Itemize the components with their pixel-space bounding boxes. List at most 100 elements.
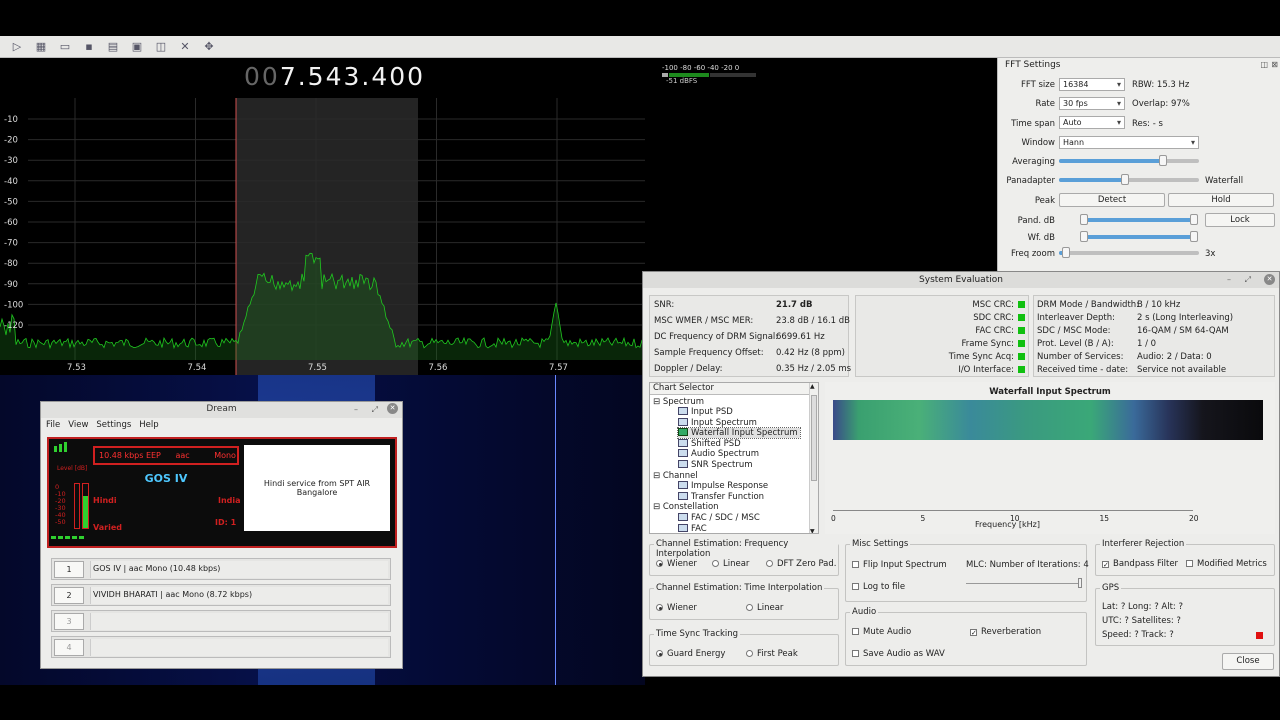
sysev-titlebar[interactable]: System Evaluation – ⤢ ✕ — [643, 272, 1279, 288]
ts-firstpeak-radio[interactable]: First Peak — [746, 649, 798, 659]
fi-wiener-radio[interactable]: Wiener — [656, 559, 697, 569]
panadapter-label: Panadapter — [1006, 176, 1055, 186]
service-button[interactable]: 2 — [54, 587, 84, 604]
service-row[interactable]: 3 — [51, 610, 391, 632]
dream-titlebar[interactable]: Dream – ⤢ ✕ — [41, 402, 402, 418]
folder-icon[interactable]: ▭ — [56, 39, 74, 55]
service-text — [90, 639, 388, 656]
mode-label: Number of Services: — [1037, 352, 1124, 362]
tree-item[interactable]: FAC / SDC / MSC — [678, 513, 760, 523]
log-file-checkbox[interactable]: Log to file — [852, 582, 905, 592]
tree-item[interactable]: Impulse Response — [678, 481, 768, 491]
freq-zoom-slider[interactable] — [1059, 247, 1199, 258]
document-icon[interactable]: ▤ — [104, 39, 122, 55]
screenshot-icon[interactable]: ◫ — [152, 39, 170, 55]
minimize-icon[interactable]: – — [1227, 272, 1231, 288]
tree-item[interactable]: Input PSD — [678, 407, 733, 417]
tree-node-spectrum[interactable]: ⊟ Spectrum — [653, 397, 704, 407]
averaging-slider[interactable] — [1059, 155, 1199, 166]
menu-help[interactable]: Help — [139, 420, 158, 430]
pand-db-range-slider[interactable] — [1080, 214, 1198, 225]
tree-node-constellation[interactable]: ⊟ Constellation — [653, 502, 719, 512]
tree-item[interactable]: Input Spectrum — [678, 418, 757, 428]
tree-scrollbar[interactable]: ▲ ▼ — [809, 383, 818, 533]
wf-db-range-slider[interactable] — [1080, 231, 1198, 242]
genre-label: Varied — [93, 523, 122, 532]
window-icon[interactable]: ▣ — [128, 39, 146, 55]
mute-audio-checkbox[interactable]: Mute Audio — [852, 627, 911, 637]
fft-size-select[interactable]: 16384 — [1059, 78, 1125, 91]
service-row[interactable]: 2 VIVIDH BHARATI | aac Mono (8.72 kbps) — [51, 584, 391, 606]
save-icon[interactable]: ▪ — [80, 39, 98, 55]
tree-item[interactable]: Audio Spectrum — [678, 449, 759, 459]
service-row[interactable]: 1 GOS IV | aac Mono (10.48 kbps) — [51, 558, 391, 580]
timespan-select[interactable]: Auto — [1059, 116, 1125, 129]
status-led — [1018, 314, 1025, 321]
ti-wiener-radio[interactable]: Wiener — [656, 603, 697, 613]
tree-item[interactable]: SNR Spectrum — [678, 460, 753, 470]
fullscreen-icon[interactable]: ✥ — [200, 39, 218, 55]
service-button[interactable]: 1 — [54, 561, 84, 578]
param-label: Doppler / Delay: — [654, 364, 723, 374]
menu-file[interactable]: File — [46, 420, 60, 430]
device-icon[interactable]: ▦ — [32, 39, 50, 55]
float-icon[interactable]: ◫ — [1260, 60, 1268, 69]
detect-button[interactable]: Detect — [1059, 193, 1165, 207]
tree-item[interactable]: Shifted PSD — [678, 439, 741, 449]
maximize-icon[interactable]: ⤢ — [372, 402, 378, 417]
play-icon[interactable]: ▷ — [8, 39, 26, 55]
spectrum-plot[interactable]: -10 -20 -30 -40 -50 -60 -70 -80 -90 -100 -120 7.53… — [0, 98, 645, 375]
gps-status-led — [1256, 632, 1263, 639]
ts-guard-radio[interactable]: Guard Energy — [656, 649, 725, 659]
y-tick-label: -90 — [4, 280, 18, 290]
tree-item[interactable]: Transfer Function — [678, 492, 764, 502]
tree-node-channel[interactable]: ⊟ Channel — [653, 471, 698, 481]
y-tick-label: -60 — [4, 218, 18, 228]
meter-level: -51 dBFS — [666, 77, 698, 85]
reverberation-checkbox[interactable]: ✓ Reverberation — [970, 627, 1041, 637]
chart-selector-tree[interactable]: Chart Selector ▲ ▼ ⊟ Spectrum Input PSD I… — [649, 382, 819, 534]
flip-spectrum-checkbox[interactable]: Flip Input Spectrum — [852, 560, 947, 570]
bandpass-checkbox[interactable]: ✓ Bandpass Filter — [1102, 559, 1178, 569]
y-tick-label: -40 — [4, 177, 18, 187]
panadapter-waterfall-slider[interactable] — [1059, 174, 1199, 185]
fi-linear-radio[interactable]: Linear — [712, 559, 749, 569]
averaging-label: Averaging — [1012, 157, 1055, 167]
mlc-slider[interactable] — [1078, 578, 1082, 588]
modified-metrics-checkbox[interactable]: Modified Metrics — [1186, 559, 1267, 569]
service-button[interactable]: 4 — [54, 639, 84, 656]
service-row[interactable]: 4 — [51, 636, 391, 658]
status-led — [1018, 340, 1025, 347]
x-tick-label: 7.55 — [308, 363, 327, 373]
maximize-icon[interactable]: ⤢ — [1245, 272, 1251, 288]
dream-title: Dream — [206, 404, 237, 414]
chart-x-ticks: 0 5 10 15 20 — [825, 508, 1275, 523]
window-select[interactable]: Hann — [1059, 136, 1199, 149]
hold-button[interactable]: Hold — [1168, 193, 1274, 207]
tools-icon[interactable]: ✕ — [176, 39, 194, 55]
waterfall-carrier-line — [555, 375, 556, 685]
tree-item[interactable]: FAC — [678, 524, 707, 533]
chart-tick-label: 5 — [920, 514, 926, 523]
frequency-display[interactable]: 007.543.400 — [244, 62, 425, 91]
menu-settings[interactable]: Settings — [96, 420, 131, 430]
service-info-box: 10.48 kbps EEP aac Mono — [93, 446, 239, 465]
bottom-black-strip — [0, 685, 1280, 720]
lock-button[interactable]: Lock — [1205, 213, 1275, 227]
rate-select[interactable]: 30 fps — [1059, 97, 1125, 110]
close-icon[interactable]: ✕ — [387, 403, 398, 414]
tree-item-selected[interactable]: Waterfall Input Spectrum — [677, 427, 801, 439]
minimize-icon[interactable]: – — [354, 402, 358, 417]
chart-icon — [678, 439, 688, 447]
pand-db-label: Pand. dB — [1017, 216, 1055, 226]
close-icon[interactable]: ✕ — [1264, 274, 1275, 285]
close-icon[interactable]: ⊠ — [1271, 60, 1278, 69]
fi-dft-radio[interactable]: DFT Zero Pad. — [766, 559, 837, 569]
mode-value: B / 10 kHz — [1137, 300, 1181, 310]
close-button[interactable]: Close — [1222, 653, 1274, 670]
save-wav-checkbox[interactable]: Save Audio as WAV — [852, 649, 945, 659]
ti-linear-radio[interactable]: Linear — [746, 603, 783, 613]
freq-zoom-label: Freq zoom — [1010, 249, 1055, 259]
menu-view[interactable]: View — [68, 420, 88, 430]
service-button[interactable]: 3 — [54, 613, 84, 630]
